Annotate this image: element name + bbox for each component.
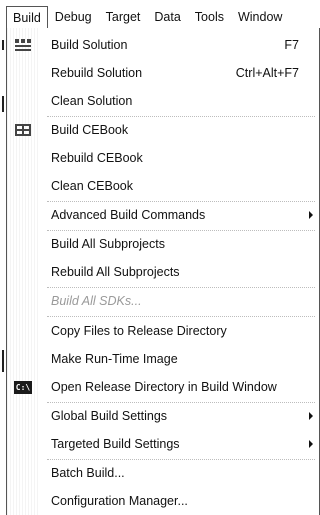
menu-debug[interactable]: Debug <box>48 6 99 28</box>
menu-item-label: Rebuild Solution <box>51 66 143 80</box>
menu-item-clean-cebook[interactable]: Clean CEBook <box>7 172 319 200</box>
menu-item-label: Make Run-Time Image <box>51 352 178 366</box>
menu-item-label: Clean Solution <box>51 94 133 108</box>
menu-item-label: Rebuild CEBook <box>51 151 143 165</box>
menu-debug-label: Debug <box>54 10 92 24</box>
menu-item-label: Open Release Directory in Build Window <box>51 380 277 394</box>
menu-build-label: Build <box>13 11 41 25</box>
menu-item-global-build-settings[interactable]: Global Build Settings <box>7 402 319 430</box>
console-icon: C:\ <box>14 380 32 394</box>
build-menu-dropdown: Build Solution F7 Rebuild Solution Ctrl+… <box>6 28 320 515</box>
screen: Build Debug Target Data Tools Window Bui… <box>0 0 320 515</box>
menu-item-shortcut: Ctrl+Alt+F7 <box>235 66 299 80</box>
menu-item-label: Build Solution <box>51 38 128 52</box>
menu-bar: Build Debug Target Data Tools Window <box>6 6 320 29</box>
menu-build[interactable]: Build <box>6 6 48 28</box>
menu-window[interactable]: Window <box>231 6 289 28</box>
menu-item-rebuild-all-subprojects[interactable]: Rebuild All Subprojects <box>7 258 319 286</box>
menu-item-label: Advanced Build Commands <box>51 208 206 222</box>
submenu-arrow-icon <box>309 211 313 219</box>
submenu-arrow-icon <box>309 440 313 448</box>
menu-item-make-runtime-image[interactable]: Make Run-Time Image <box>7 345 319 373</box>
menu-item-label: Build All SDKs... <box>51 294 142 308</box>
menu-data-label: Data <box>154 10 181 24</box>
menu-item-label: Clean CEBook <box>51 179 133 193</box>
menu-item-build-all-sdks: Build All SDKs... <box>7 287 319 315</box>
menu-item-build-cebook[interactable]: Build CEBook <box>7 116 319 144</box>
menu-tools-label: Tools <box>194 10 224 24</box>
build-solution-icon <box>7 31 39 59</box>
menu-target[interactable]: Target <box>99 6 148 28</box>
submenu-arrow-icon <box>309 412 313 420</box>
menu-tools[interactable]: Tools <box>188 6 231 28</box>
menu-item-rebuild-solution[interactable]: Rebuild Solution Ctrl+Alt+F7 <box>7 59 319 87</box>
menu-item-advanced-build-commands[interactable]: Advanced Build Commands <box>7 201 319 229</box>
menu-item-build-all-subprojects[interactable]: Build All Subprojects <box>7 230 319 258</box>
menu-item-rebuild-cebook[interactable]: Rebuild CEBook <box>7 144 319 172</box>
background-window-edge <box>0 0 4 515</box>
menu-data[interactable]: Data <box>147 6 187 28</box>
menu-item-label: Build All Subprojects <box>51 237 165 251</box>
menu-item-build-solution[interactable]: Build Solution F7 <box>7 31 319 59</box>
menu-item-shortcut: F7 <box>284 38 299 52</box>
menu-item-label: Batch Build... <box>51 466 125 480</box>
menu-item-label: Targeted Build Settings <box>51 437 180 451</box>
menu-item-label: Build CEBook <box>51 123 129 137</box>
menu-item-targeted-build-settings[interactable]: Targeted Build Settings <box>7 430 319 458</box>
menu-window-label: Window <box>237 10 283 24</box>
menu-item-label: Rebuild All Subprojects <box>51 265 180 279</box>
menu-item-label: Copy Files to Release Directory <box>51 324 227 338</box>
menu-item-open-release-directory[interactable]: C:\ Open Release Directory in Build Wind… <box>7 373 319 401</box>
build-cebook-icon <box>7 116 39 144</box>
menu-item-label: Configuration Manager... <box>51 494 188 508</box>
menu-target-label: Target <box>105 10 141 24</box>
menu-item-label: Global Build Settings <box>51 409 168 423</box>
menu-item-batch-build[interactable]: Batch Build... <box>7 459 319 487</box>
menu-item-configuration-manager[interactable]: Configuration Manager... <box>7 487 319 515</box>
menu-item-copy-files[interactable]: Copy Files to Release Directory <box>7 317 319 345</box>
menu-item-clean-solution[interactable]: Clean Solution <box>7 87 319 115</box>
